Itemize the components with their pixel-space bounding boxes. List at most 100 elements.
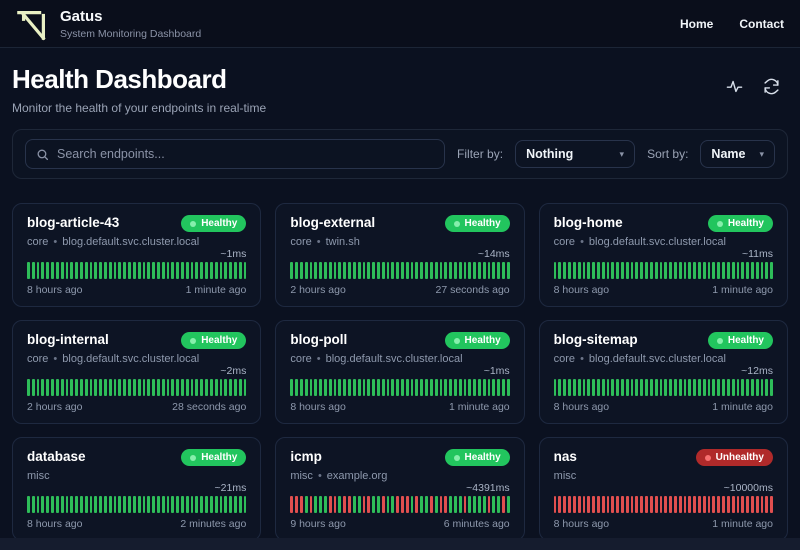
search-input[interactable]: [57, 147, 435, 161]
uptime-bars[interactable]: [27, 379, 247, 396]
status-dot-icon: [190, 454, 197, 461]
uptime-bar-failure: [625, 496, 629, 513]
search-box[interactable]: [25, 139, 446, 169]
uptime-bar-success: [233, 496, 237, 513]
uptime-bar-success: [712, 262, 716, 279]
uptime-bar-success: [770, 379, 774, 396]
status-badge: Unhealthy: [695, 449, 773, 466]
uptime-bar-success: [229, 496, 232, 513]
uptime-bar-success: [123, 379, 127, 396]
uptime-bar-success: [176, 496, 179, 513]
latency-label: ~11ms: [741, 248, 773, 260]
newest-time-label: 2 minutes ago: [180, 518, 247, 530]
sort-by-label: Sort by:: [647, 147, 689, 161]
endpoint-card[interactable]: blog-internal Healthy core • blog.default.…: [12, 320, 262, 424]
uptime-bar-success: [439, 379, 443, 396]
uptime-bar-success: [765, 379, 769, 396]
activity-icon[interactable]: [726, 78, 743, 95]
app-title: Gatus: [60, 7, 103, 25]
oldest-time-label: 8 hours ago: [27, 284, 83, 296]
endpoint-card[interactable]: icmp Healthy misc • example.org ~4391ms 9 …: [275, 437, 525, 541]
uptime-bar-success: [219, 496, 223, 513]
uptime-bars[interactable]: [553, 379, 774, 396]
nav-home-link[interactable]: Home: [680, 17, 713, 31]
uptime-bar-success: [741, 262, 745, 279]
endpoint-meta: core • blog.default.svc.cluster.local: [290, 353, 509, 365]
uptime-bar-failure: [649, 496, 653, 513]
uptime-bar-success: [176, 379, 179, 396]
uptime-bar-success: [664, 379, 668, 396]
oldest-time-label: 9 hours ago: [290, 518, 346, 530]
endpoint-card[interactable]: blog-sitemap Healthy core • blog.default.s…: [538, 320, 788, 424]
status-dot-icon: [453, 220, 460, 227]
nav-contact-link[interactable]: Contact: [739, 17, 784, 31]
uptime-bar-success: [113, 262, 117, 279]
uptime-bar-failure: [746, 496, 749, 513]
uptime-bar-success: [70, 496, 74, 513]
uptime-bars[interactable]: [290, 496, 510, 513]
uptime-bar-failure: [678, 496, 682, 513]
uptime-bar-success: [190, 262, 194, 279]
uptime-bar-success: [333, 379, 337, 396]
refresh-icon[interactable]: [763, 78, 780, 95]
uptime-bar-success: [611, 262, 615, 279]
uptime-bar-success: [324, 379, 327, 396]
sort-dropdown[interactable]: Name ▾: [700, 140, 775, 168]
endpoint-card[interactable]: blog-home Healthy core • blog.default.svc.…: [538, 203, 788, 307]
uptime-bar-success: [386, 262, 390, 279]
uptime-bar-failure: [741, 496, 745, 513]
uptime-bar-failure: [396, 496, 400, 513]
uptime-bars[interactable]: [27, 496, 247, 513]
newest-time-label: 27 seconds ago: [435, 284, 510, 296]
uptime-bar-success: [473, 379, 477, 396]
uptime-bar-success: [152, 496, 155, 513]
endpoint-host: blog.default.svc.cluster.local: [62, 353, 200, 365]
uptime-bar-failure: [333, 496, 337, 513]
uptime-bars[interactable]: [290, 262, 510, 279]
uptime-bar-success: [410, 379, 414, 396]
uptime-bar-success: [376, 496, 380, 513]
uptime-bars[interactable]: [553, 496, 774, 513]
endpoint-host: blog.default.svc.cluster.local: [62, 236, 200, 248]
uptime-bar-success: [577, 262, 581, 279]
uptime-bar-success: [195, 379, 199, 396]
uptime-bars[interactable]: [27, 262, 247, 279]
uptime-bar-success: [357, 379, 361, 396]
endpoint-card[interactable]: nas Unhealthy misc• ~10000ms 8 hours ago…: [538, 437, 788, 541]
uptime-bar-success: [214, 379, 218, 396]
uptime-bars[interactable]: [290, 379, 510, 396]
uptime-bar-success: [185, 379, 189, 396]
uptime-bar-success: [502, 262, 505, 279]
uptime-bar-success: [152, 262, 155, 279]
uptime-bar-success: [391, 496, 395, 513]
uptime-bar-success: [577, 379, 581, 396]
uptime-bar-success: [635, 379, 639, 396]
uptime-bar-success: [391, 262, 395, 279]
uptime-bar-success: [75, 262, 78, 279]
endpoint-meta: misc•: [554, 470, 773, 482]
endpoint-card[interactable]: blog-article-43 Healthy core • blog.defaul…: [12, 203, 262, 307]
endpoint-card[interactable]: blog-poll Healthy core • blog.default.svc.…: [275, 320, 525, 424]
oldest-time-label: 8 hours ago: [553, 518, 610, 530]
uptime-bar-success: [391, 379, 395, 396]
endpoint-card[interactable]: database Healthy misc• ~21ms 8 hours ago…: [12, 437, 262, 541]
uptime-bar-success: [99, 496, 102, 513]
status-label: Unhealthy: [715, 452, 764, 463]
uptime-bar-success: [233, 262, 237, 279]
uptime-bars[interactable]: [553, 262, 774, 279]
uptime-bar-success: [84, 379, 88, 396]
endpoint-card[interactable]: blog-external Healthy core • twin.sh ~14ms…: [275, 203, 525, 307]
uptime-bar-success: [425, 262, 428, 279]
uptime-bar-failure: [487, 496, 491, 513]
uptime-bar-success: [434, 262, 438, 279]
filter-dropdown[interactable]: Nothing ▾: [515, 140, 636, 168]
uptime-bar-success: [563, 262, 567, 279]
uptime-bar-success: [243, 379, 247, 396]
uptime-bar-success: [587, 262, 591, 279]
uptime-bar-success: [621, 379, 624, 396]
uptime-bar-success: [31, 496, 35, 513]
uptime-bar-success: [161, 379, 165, 396]
uptime-bar-success: [568, 379, 571, 396]
uptime-bar-success: [688, 262, 692, 279]
uptime-bar-success: [113, 496, 117, 513]
